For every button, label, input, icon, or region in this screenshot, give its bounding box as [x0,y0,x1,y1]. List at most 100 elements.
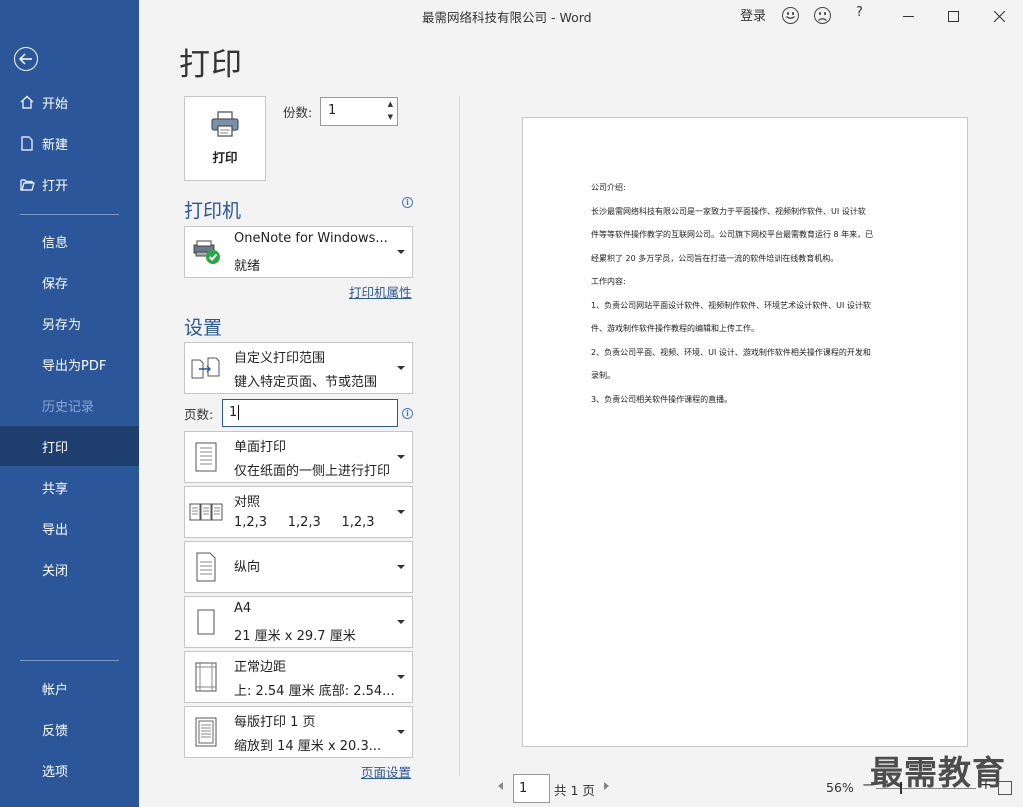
chevron-down-icon [397,250,405,254]
sidebar-item-open[interactable]: 打开 [0,164,139,204]
portrait-icon [189,550,223,584]
settings-heading: 设置 [184,317,223,339]
printer-status: 就绪 [234,259,261,274]
printer-select[interactable]: OneNote for Windows... 就绪 [184,226,413,278]
sidebar-item-label: 新建 [42,137,69,153]
sidebar-item-label: 关闭 [42,563,69,579]
info-icon[interactable]: i [402,197,413,208]
printer-properties-link[interactable]: 打印机属性 [349,282,412,301]
sidebar-item-label: 帐户 [42,682,69,698]
printer-icon [210,111,240,141]
sign-in-link[interactable]: 登录 [740,5,766,24]
print-button[interactable]: 打印 [184,96,266,181]
one-sided-icon [189,440,223,474]
zoom-level[interactable]: 56% [826,780,854,795]
custom-range-icon [189,351,223,385]
sidebar-item-label: 导出为PDF [42,358,107,374]
sidebar-item-save[interactable]: 保存 [0,262,139,302]
fit-to-page-icon[interactable] [998,781,1012,795]
chevron-down-icon [397,455,405,459]
paper-size-select[interactable]: A4 21 厘米 x 29.7 厘米 [184,596,413,648]
sidebar-divider [20,214,119,215]
sidebar-item-history: 历史记录 [0,385,139,425]
current-page-input[interactable]: 1 [513,774,550,803]
spin-down-icon[interactable]: ▼ [388,113,393,121]
orientation-title: 纵向 [234,560,261,575]
text-cursor [238,405,240,420]
sidebar-item-close[interactable]: 关闭 [0,549,139,589]
margins-title: 正常边距 [234,660,287,675]
pages-per-sheet-icon [189,715,223,749]
sidebar-item-label: 导出 [42,522,69,538]
sidebar-item-label: 打开 [42,178,69,194]
pages-value: 1 [229,405,238,420]
next-page-icon[interactable] [604,782,609,790]
margins-icon [189,660,223,694]
previous-page-icon[interactable] [498,782,503,790]
printer-name: OneNote for Windows... [234,231,388,246]
document-line: 件等等软件操作教学的互联网公司。公司旗下网校平台最需教育运行 8 年来，已 [591,230,874,239]
sidebar-item-label: 选项 [42,764,69,780]
minimize-icon[interactable] [885,0,931,32]
chevron-down-icon [397,366,405,370]
print-range-select[interactable]: 自定义打印范围 键入特定页面、节或范围 [184,342,413,394]
copies-label: 份数: [283,105,313,120]
copies-input[interactable]: 1 ▲ ▼ [320,97,398,126]
document-line: 2、负责公司平面、视频、环境、UI 设计、游戏制作软件相关操作课程的开发和 [591,347,871,357]
page-total: 共 1 页 [554,783,595,798]
sidebar-item-label: 保存 [42,276,69,292]
document-line: 公司介绍: [591,183,626,192]
zoom-in-button[interactable]: + [980,777,992,793]
sidebar-item-print[interactable]: 打印 [0,426,139,466]
paper-size-icon [189,605,223,639]
current-page-value: 1 [519,781,528,796]
sidebar-item-label: 另存为 [42,317,82,333]
printer-ready-icon [189,235,223,269]
sidebar-item-options[interactable]: 选项 [0,750,139,790]
frown-icon[interactable] [814,7,831,24]
chevron-down-icon [397,730,405,734]
document-line: 件、游戏制作软件操作教程的编辑和上传工作。 [591,324,759,333]
smile-icon[interactable] [782,7,799,24]
document-line: 录制。 [591,371,615,380]
paper-title: A4 [234,601,252,616]
spin-up-icon[interactable]: ▲ [388,100,393,108]
sidebar-item-label: 历史记录 [42,399,95,415]
pages-label: 页数: [184,407,214,422]
document-line: 1、负责公司网站平面设计软件、视频制作软件、环境艺术设计软件、UI 设计软 [591,300,871,310]
sidebar-item-share[interactable]: 共享 [0,467,139,507]
collate-subtitle: 1,2,3 1,2,3 1,2,3 [234,515,375,530]
sidebar-item-export-pdf[interactable]: 导出为PDF [0,344,139,384]
chevron-down-icon [397,565,405,569]
sidebar-item-home[interactable]: 开始 [0,82,139,122]
sides-title: 单面打印 [234,440,287,455]
maximize-icon[interactable] [930,0,976,32]
sidebar-item-save-as[interactable]: 另存为 [0,303,139,343]
sidebar-item-info[interactable]: 信息 [0,221,139,261]
new-doc-icon [19,135,35,151]
sidebar-item-account[interactable]: 帐户 [0,668,139,708]
close-icon[interactable] [976,0,1022,32]
chevron-down-icon [397,510,405,514]
back-arrow-icon[interactable] [14,47,38,71]
info-icon[interactable]: i [402,408,413,419]
sidebar-item-feedback[interactable]: 反馈 [0,709,139,749]
window-title: 最需网络科技有限公司 - Word [422,10,592,25]
page-title: 打印 [179,47,243,83]
pages-per-sheet-select[interactable]: 每版打印 1 页 缩放到 14 厘米 x 20.3... [184,706,413,758]
range-title: 自定义打印范围 [234,351,326,366]
page-setup-link[interactable]: 页面设置 [361,762,411,781]
sides-select[interactable]: 单面打印 仅在纸面的一侧上进行打印 [184,431,413,483]
document-text: 公司介绍: 长沙最需网络科技有限公司是一家致力于平面操作、视频制作软件、UI 设… [591,176,911,411]
collate-select[interactable]: 对照 1,2,3 1,2,3 1,2,3 [184,486,413,538]
range-subtitle: 键入特定页面、节或范围 [234,375,378,390]
margins-select[interactable]: 正常边距 上: 2.54 厘米 底部: 2.54... [184,651,413,703]
document-line: 工作内容: [591,277,626,286]
orientation-select[interactable]: 纵向 [184,541,413,593]
pages-input[interactable]: 1 [222,399,398,427]
sidebar-item-export[interactable]: 导出 [0,508,139,548]
print-button-label: 打印 [212,150,238,165]
sidebar-item-new[interactable]: 新建 [0,123,139,163]
persheet-title: 每版打印 1 页 [234,715,316,730]
help-button[interactable]: ? [856,5,863,20]
